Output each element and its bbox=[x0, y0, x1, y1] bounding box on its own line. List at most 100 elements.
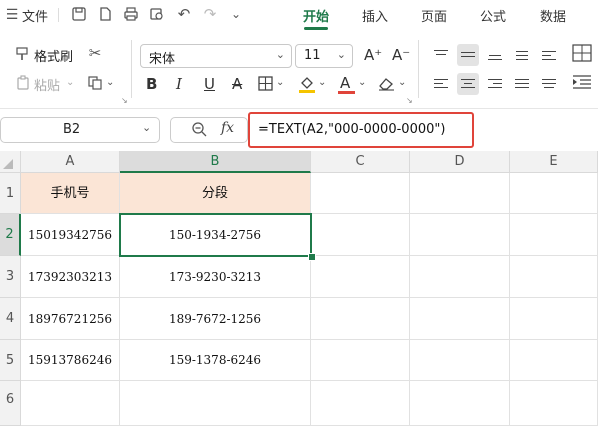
font-color-letter: A bbox=[340, 74, 351, 92]
align-bottom-button[interactable] bbox=[484, 44, 506, 66]
font-color-button[interactable]: A ⌄ bbox=[338, 74, 370, 96]
row-header-2[interactable]: 2 bbox=[0, 214, 21, 256]
cell-b3[interactable]: 173-9230-3213 bbox=[120, 256, 311, 298]
paste-button[interactable]: 粘贴 ⌄ bbox=[14, 74, 74, 94]
cell-e4[interactable] bbox=[510, 298, 598, 340]
clear-button[interactable]: ⌄ bbox=[378, 74, 410, 96]
row-header-4[interactable]: 4 bbox=[0, 298, 21, 340]
tab-home[interactable]: 开始 bbox=[303, 6, 329, 25]
cell-d4[interactable] bbox=[410, 298, 510, 340]
undo-icon[interactable]: ↶ bbox=[176, 6, 192, 22]
wrap-text-button[interactable] bbox=[538, 44, 560, 66]
cut-icon[interactable]: ✂ bbox=[86, 45, 104, 61]
eraser-icon bbox=[378, 75, 395, 95]
name-box[interactable]: B2 ⌄ bbox=[0, 117, 160, 143]
cell-c5[interactable] bbox=[311, 340, 410, 381]
cell-c1[interactable] bbox=[311, 173, 410, 214]
chevron-down-icon: ⌄ bbox=[276, 77, 285, 88]
strikethrough-button[interactable]: A bbox=[232, 75, 242, 93]
cell-b1[interactable]: 分段 bbox=[120, 173, 311, 214]
decrease-font-size-button[interactable]: A⁻ bbox=[392, 46, 410, 64]
print-preview-icon[interactable] bbox=[148, 7, 166, 24]
row-header-6[interactable]: 6 bbox=[0, 381, 21, 426]
export-pdf-icon[interactable] bbox=[96, 7, 114, 24]
cell-e1[interactable] bbox=[510, 173, 598, 214]
dialog-launcher-icon[interactable]: ↘ bbox=[406, 96, 413, 105]
cell-a2[interactable]: 15019342756 bbox=[21, 214, 120, 256]
cell-e5[interactable] bbox=[510, 340, 598, 381]
distributed-align-button[interactable] bbox=[538, 73, 560, 95]
format-painter-icon bbox=[14, 46, 32, 65]
column-header-b[interactable]: B bbox=[120, 151, 311, 173]
cell-c2[interactable] bbox=[311, 214, 410, 256]
borders-button[interactable]: ⌄ bbox=[258, 75, 288, 95]
save-icon[interactable] bbox=[70, 7, 88, 24]
cell-a1[interactable]: 手机号 bbox=[21, 173, 120, 214]
cell-e3[interactable] bbox=[510, 256, 598, 298]
tab-data[interactable]: 数据 bbox=[540, 6, 566, 25]
italic-button[interactable]: I bbox=[176, 75, 182, 93]
cell-a4[interactable]: 18976721256 bbox=[21, 298, 120, 340]
select-all-corner[interactable] bbox=[0, 151, 21, 173]
row-header-5[interactable]: 5 bbox=[0, 340, 21, 381]
redo-icon[interactable]: ↷ bbox=[202, 6, 218, 22]
cell-d1[interactable] bbox=[410, 173, 510, 214]
cell-c4[interactable] bbox=[311, 298, 410, 340]
increase-font-size-button[interactable]: A⁺ bbox=[364, 46, 382, 64]
orientation-button[interactable] bbox=[511, 44, 533, 66]
tab-page[interactable]: 页面 bbox=[421, 6, 447, 25]
chevron-down-icon[interactable]: ⌄ bbox=[228, 6, 244, 22]
chevron-down-icon: ⌄ bbox=[318, 77, 327, 88]
cell-d5[interactable] bbox=[410, 340, 510, 381]
underline-button[interactable]: U bbox=[204, 75, 215, 93]
cell-a3[interactable]: 17392303213 bbox=[21, 256, 120, 298]
cell-d2[interactable] bbox=[410, 214, 510, 256]
align-middle-button[interactable] bbox=[457, 44, 479, 66]
align-left-button[interactable] bbox=[430, 73, 452, 95]
cell-d3[interactable] bbox=[410, 256, 510, 298]
print-icon[interactable] bbox=[122, 7, 140, 24]
column-header-e[interactable]: E bbox=[510, 151, 598, 173]
cell-a6[interactable] bbox=[21, 381, 120, 426]
divider bbox=[58, 8, 59, 22]
column-header-d[interactable]: D bbox=[410, 151, 510, 173]
tab-formulas[interactable]: 公式 bbox=[480, 6, 506, 25]
formula-tools: fx bbox=[170, 117, 248, 143]
cell-c3[interactable] bbox=[311, 256, 410, 298]
cell-b4[interactable]: 189-7672-1256 bbox=[120, 298, 311, 340]
hamburger-menu-icon[interactable]: ☰ bbox=[4, 7, 20, 23]
cell-a5[interactable]: 15913786246 bbox=[21, 340, 120, 381]
bold-button[interactable]: B bbox=[146, 75, 157, 93]
align-center-button[interactable] bbox=[457, 73, 479, 95]
copy-button[interactable]: ⌄ bbox=[86, 74, 116, 94]
file-menu[interactable]: 文件 bbox=[22, 6, 48, 25]
align-right-button[interactable] bbox=[484, 73, 506, 95]
cell-e6[interactable] bbox=[510, 381, 598, 426]
row-header-3[interactable]: 3 bbox=[0, 256, 21, 298]
tab-insert[interactable]: 插入 bbox=[362, 6, 388, 25]
indent-button[interactable] bbox=[572, 74, 594, 94]
font-size-value: 11 bbox=[304, 48, 321, 63]
cell-e2[interactable] bbox=[510, 214, 598, 256]
fill-handle[interactable] bbox=[308, 253, 316, 261]
row-header-1[interactable]: 1 bbox=[0, 173, 21, 214]
chevron-down-icon: ⌄ bbox=[336, 48, 346, 61]
merge-cells-button[interactable] bbox=[572, 44, 594, 66]
align-top-button[interactable] bbox=[430, 44, 452, 66]
cell-b6[interactable] bbox=[120, 381, 311, 426]
column-header-a[interactable]: A bbox=[21, 151, 120, 173]
dialog-launcher-icon[interactable]: ↘ bbox=[121, 96, 128, 105]
cell-b2[interactable]: 150-1934-2756 bbox=[120, 214, 311, 256]
formula-input[interactable]: =TEXT(A2,"000-0000-0000") bbox=[248, 112, 474, 148]
format-painter-button[interactable]: 格式刷 bbox=[14, 45, 78, 65]
font-name-select[interactable]: 宋体 ⌄ bbox=[140, 44, 292, 68]
fill-color-button[interactable]: ⌄ bbox=[298, 74, 332, 96]
cell-c6[interactable] bbox=[311, 381, 410, 426]
font-size-select[interactable]: 11 ⌄ bbox=[295, 44, 353, 68]
justify-button[interactable] bbox=[511, 73, 533, 95]
cell-d6[interactable] bbox=[410, 381, 510, 426]
column-header-c[interactable]: C bbox=[311, 151, 410, 173]
zoom-icon[interactable] bbox=[191, 121, 207, 141]
insert-function-button[interactable]: fx bbox=[221, 120, 234, 136]
cell-b5[interactable]: 159-1378-6246 bbox=[120, 340, 311, 381]
